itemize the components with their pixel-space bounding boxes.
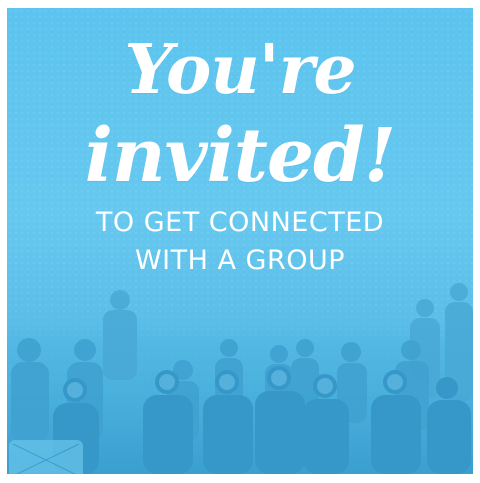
subtitle-line-1: TO GET CONNECTED xyxy=(95,207,385,238)
headline-youre: You're xyxy=(124,30,356,110)
pillow xyxy=(9,440,83,474)
headline-invited: invited! xyxy=(84,113,397,199)
group-photo xyxy=(7,283,473,474)
invitation-graphic: You're invited! TO GET CONNECTED WITH A … xyxy=(7,8,473,474)
subtitle-line-2: WITH A GROUP xyxy=(134,245,346,276)
